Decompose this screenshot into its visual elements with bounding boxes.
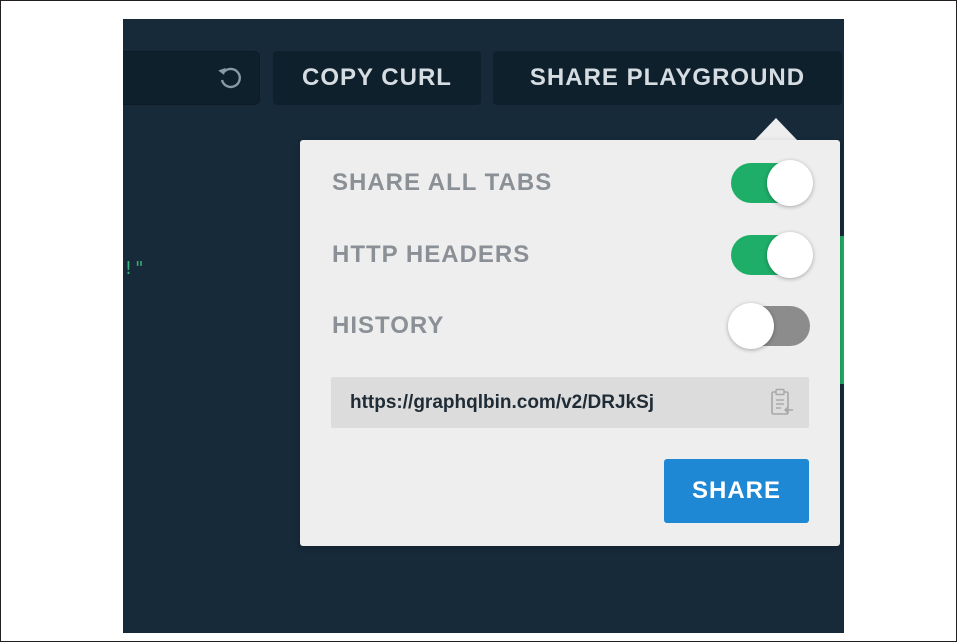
share-playground-button[interactable]: SHARE PLAYGROUND xyxy=(493,51,842,105)
http-headers-label: HTTP HEADERS xyxy=(332,241,531,268)
history-label: HISTORY xyxy=(332,312,445,339)
popover-arrow xyxy=(754,118,798,141)
share-url-text[interactable]: https://graphqlbin.com/v2/DRJkSj xyxy=(350,392,769,414)
share-popover: SHARE ALL TABS HTTP HEADERS HISTORY http… xyxy=(300,140,840,546)
toggle-knob xyxy=(728,303,774,349)
history-toggle[interactable] xyxy=(728,303,810,349)
http-headers-row: HTTP HEADERS xyxy=(332,229,813,281)
page: COPY CURL SHARE PLAYGROUND !" SHARE ALL … xyxy=(0,0,957,642)
share-url-field[interactable]: https://graphqlbin.com/v2/DRJkSj xyxy=(331,377,809,428)
copy-curl-button[interactable]: COPY CURL xyxy=(273,51,481,105)
clipboard-icon[interactable] xyxy=(769,388,795,418)
history-row: HISTORY xyxy=(332,300,810,352)
share-button[interactable]: SHARE xyxy=(664,459,809,523)
share-all-tabs-row: SHARE ALL TABS xyxy=(332,157,813,209)
http-headers-toggle[interactable] xyxy=(731,232,813,278)
toggle-knob xyxy=(767,232,813,278)
reload-icon[interactable] xyxy=(215,63,245,93)
toggle-knob xyxy=(767,160,813,206)
share-all-tabs-label: SHARE ALL TABS xyxy=(332,169,553,196)
code-fragment: !" xyxy=(123,258,145,279)
share-all-tabs-toggle[interactable] xyxy=(731,160,813,206)
